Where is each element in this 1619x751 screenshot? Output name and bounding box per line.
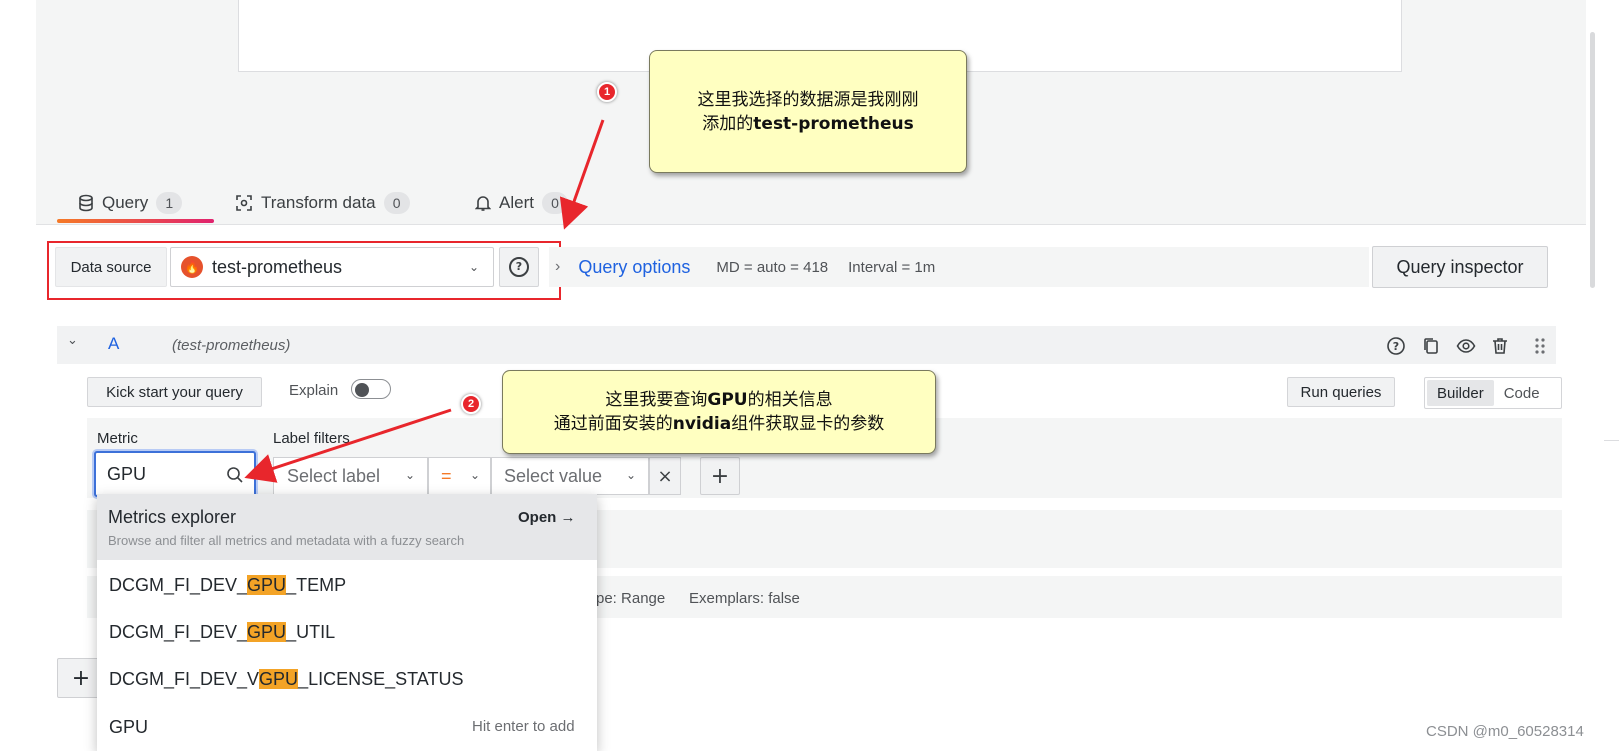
watermark: CSDN @m0_60528314 — [1426, 723, 1584, 740]
annotation-arrow-2 — [244, 408, 452, 483]
annotation-arrow-1 — [559, 119, 605, 230]
annotation-arrows — [244, 119, 605, 483]
annotation-badge-2: 2 — [461, 394, 481, 414]
annotation-badge-1: 1 — [597, 82, 617, 102]
